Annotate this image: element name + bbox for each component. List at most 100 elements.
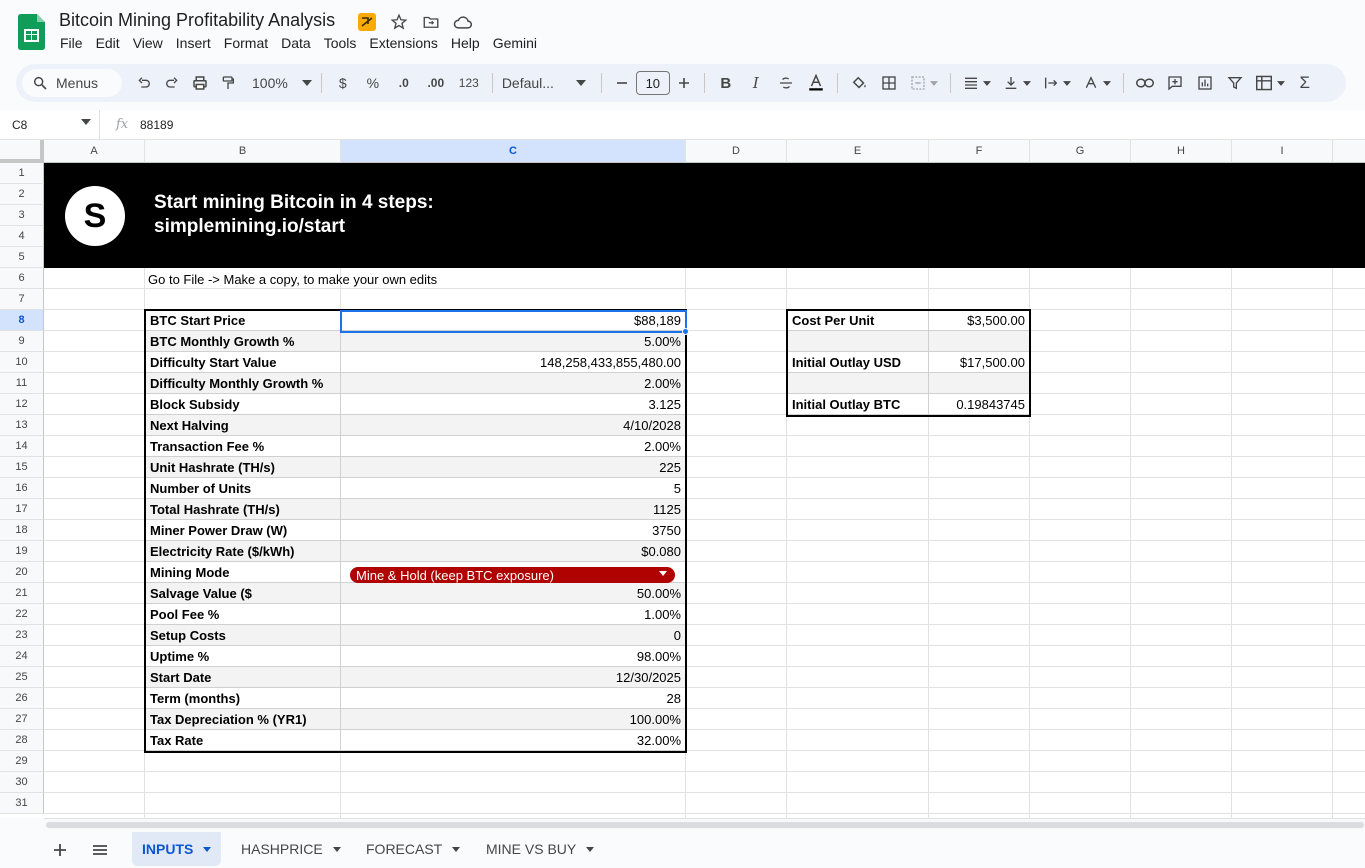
row-header-26[interactable]: 26 <box>0 688 44 709</box>
row-header-16[interactable]: 16 <box>0 478 44 499</box>
input-label[interactable]: Tax Depreciation % (YR1) <box>145 709 341 730</box>
paint-format-icon[interactable] <box>214 69 242 97</box>
decrease-decimal-button[interactable]: .0 <box>388 69 420 97</box>
row-header-9[interactable]: 9 <box>0 331 44 352</box>
cost-value[interactable] <box>929 373 1030 394</box>
column-header-c[interactable]: C <box>341 140 686 163</box>
input-value[interactable]: 2.00% <box>341 436 686 457</box>
add-sheet-icon[interactable] <box>50 840 70 860</box>
increase-decimal-button[interactable]: .00 <box>420 69 452 97</box>
font-size-input[interactable]: 10 <box>635 71 670 95</box>
row-header-1[interactable]: 1 <box>0 163 44 184</box>
bold-icon[interactable]: B <box>711 69 741 97</box>
column-header-h[interactable]: H <box>1131 140 1232 163</box>
input-label[interactable]: Term (months) <box>145 688 341 709</box>
vertical-align-icon[interactable] <box>997 69 1037 97</box>
input-label[interactable]: Difficulty Monthly Growth % <box>145 373 341 394</box>
print-icon[interactable] <box>186 69 214 97</box>
row-header-5[interactable]: 5 <box>0 247 44 268</box>
horizontal-scrollbar[interactable] <box>44 818 1365 830</box>
column-header-i[interactable]: I <box>1232 140 1333 163</box>
currency-format-button[interactable]: $ <box>328 69 358 97</box>
input-label[interactable]: Unit Hashrate (TH/s) <box>145 457 341 478</box>
row-header-10[interactable]: 10 <box>0 352 44 373</box>
zoom-select[interactable]: 100% <box>242 69 315 97</box>
decrease-font-size-button[interactable] <box>608 69 636 97</box>
increase-font-size-button[interactable] <box>670 69 698 97</box>
input-value[interactable]: $88,189 <box>341 310 686 331</box>
input-label[interactable]: Number of Units <box>145 478 341 499</box>
cost-label[interactable]: Initial Outlay BTC <box>787 394 929 415</box>
input-label[interactable]: Electricity Rate ($/kWh) <box>145 541 341 562</box>
row-header-7[interactable]: 7 <box>0 289 44 310</box>
input-value[interactable]: 100.00% <box>341 709 686 730</box>
column-header-e[interactable]: E <box>787 140 929 163</box>
input-label[interactable]: Setup Costs <box>145 625 341 646</box>
row-header-15[interactable]: 15 <box>0 457 44 478</box>
input-value[interactable]: 32.00% <box>341 730 686 751</box>
input-label[interactable]: Difficulty Start Value <box>145 352 341 373</box>
insert-chart-icon[interactable] <box>1190 69 1220 97</box>
row-header-6[interactable]: 6 <box>0 268 44 289</box>
cost-label[interactable]: Cost Per Unit <box>787 310 929 331</box>
input-value[interactable]: 28 <box>341 688 686 709</box>
cloud-status-icon[interactable] <box>452 11 474 33</box>
input-label[interactable]: Salvage Value ($ <box>145 583 341 604</box>
row-header-29[interactable]: 29 <box>0 751 44 772</box>
text-wrapping-icon[interactable] <box>1037 69 1077 97</box>
row-header-17[interactable]: 17 <box>0 499 44 520</box>
promo-banner[interactable]: S Start mining Bitcoin in 4 steps: simpl… <box>44 163 1365 268</box>
input-value[interactable]: 1125 <box>341 499 686 520</box>
row-header-20[interactable]: 20 <box>0 562 44 583</box>
input-value[interactable]: 50.00% <box>341 583 686 604</box>
row-header-14[interactable]: 14 <box>0 436 44 457</box>
column-header-g[interactable]: G <box>1030 140 1131 163</box>
row-header-24[interactable]: 24 <box>0 646 44 667</box>
column-header-a[interactable]: A <box>44 140 145 163</box>
row-header-22[interactable]: 22 <box>0 604 44 625</box>
horizontal-align-icon[interactable] <box>957 69 997 97</box>
select-all-corner[interactable] <box>0 140 44 163</box>
row-header-31[interactable]: 31 <box>0 793 44 814</box>
fill-handle[interactable] <box>682 328 689 335</box>
input-label[interactable]: Miner Power Draw (W) <box>145 520 341 541</box>
row-header-8[interactable]: 8 <box>0 310 44 331</box>
column-header-j[interactable] <box>1333 140 1365 163</box>
italic-icon[interactable]: I <box>741 69 771 97</box>
banner-link[interactable]: simplemining.io/start <box>154 216 345 238</box>
input-value[interactable]: 0 <box>341 625 686 646</box>
input-label[interactable]: BTC Monthly Growth % <box>145 331 341 352</box>
text-color-icon[interactable] <box>801 69 831 97</box>
table-icon[interactable] <box>1250 69 1290 97</box>
sheet-tab-mine-vs-buy[interactable]: MINE VS BUY <box>476 832 604 866</box>
menu-gemini[interactable]: Gemini <box>493 35 544 51</box>
cost-value[interactable]: 0.19843745 <box>929 394 1030 415</box>
borders-icon[interactable] <box>874 69 904 97</box>
row-header-3[interactable]: 3 <box>0 205 44 226</box>
row-header-11[interactable]: 11 <box>0 373 44 394</box>
cost-label[interactable]: Initial Outlay USD <box>787 352 929 373</box>
menu-insert[interactable]: Insert <box>176 35 218 51</box>
input-value[interactable]: 1.00% <box>341 604 686 625</box>
name-box[interactable]: C8 <box>0 110 100 140</box>
formula-input[interactable]: 88189 <box>140 118 173 132</box>
input-label[interactable]: Next Halving <box>145 415 341 436</box>
cost-value[interactable]: $3,500.00 <box>929 310 1030 331</box>
percent-format-button[interactable]: % <box>358 69 388 97</box>
row-header-4[interactable]: 4 <box>0 226 44 247</box>
input-label[interactable]: Block Subsidy <box>145 394 341 415</box>
scrollbar-thumb[interactable] <box>46 822 1364 828</box>
input-value[interactable]: 4/10/2028 <box>341 415 686 436</box>
input-label[interactable]: Tax Rate <box>145 730 341 751</box>
menu-edit[interactable]: Edit <box>96 35 127 51</box>
menu-file[interactable]: File <box>60 35 90 51</box>
column-header-b[interactable]: B <box>145 140 341 163</box>
input-label[interactable]: Start Date <box>145 667 341 688</box>
cost-value[interactable] <box>929 331 1030 352</box>
merge-cells-icon[interactable] <box>904 69 944 97</box>
sheet-tab-hashprice[interactable]: HASHPRICE <box>231 832 351 866</box>
input-value[interactable]: 225 <box>341 457 686 478</box>
text-rotation-icon[interactable] <box>1077 69 1117 97</box>
row-header-13[interactable]: 13 <box>0 415 44 436</box>
document-title[interactable]: Bitcoin Mining Profitability Analysis <box>59 10 335 31</box>
